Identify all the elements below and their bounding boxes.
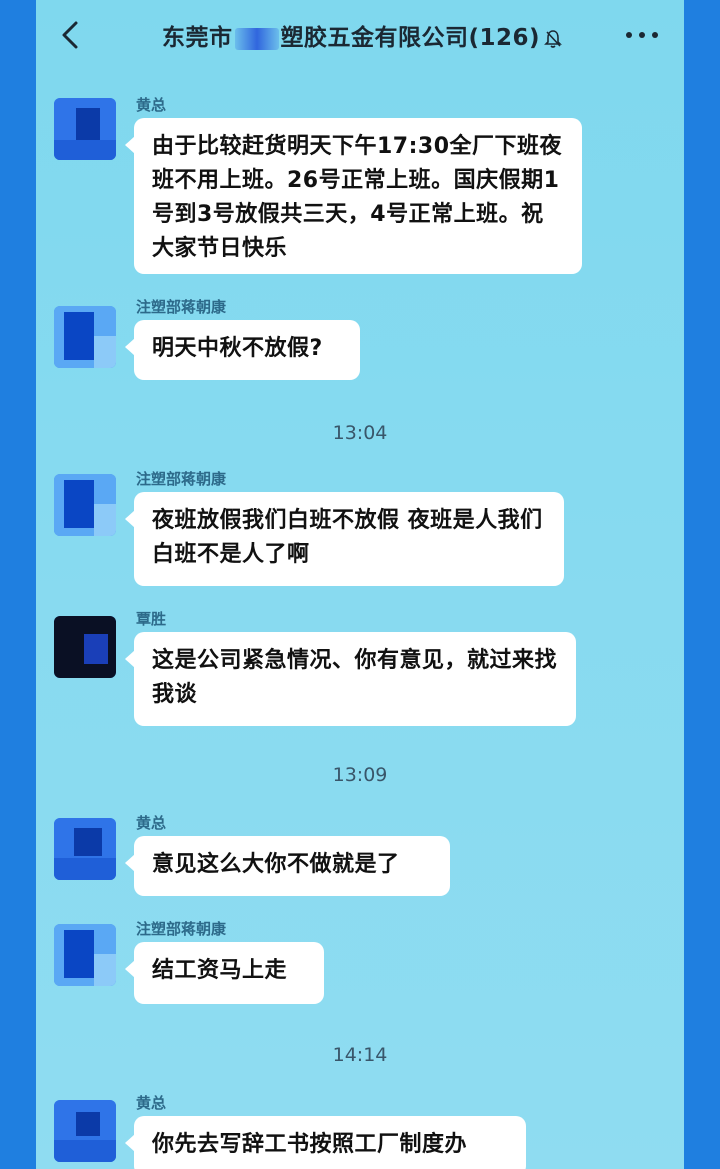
avatar-pixel [54,858,116,880]
avatar-pixel [94,336,116,368]
group-title-suffix: 塑胶五金有限公司 [280,25,469,51]
timestamp: 14:14 [332,1044,388,1066]
sender-name: 黄总 [136,96,167,114]
message-bubble[interactable]: 意见这么大你不做就是了 [125,836,450,896]
back-button[interactable] [56,18,86,52]
avatar[interactable] [54,924,116,986]
chat-header: 东莞市 塑胶五金有限公司(126) [36,0,684,70]
avatar[interactable] [54,306,116,368]
timestamp: 13:04 [332,422,388,444]
avatar[interactable] [54,818,116,880]
avatar-pixel [76,108,100,140]
avatar[interactable] [54,1100,116,1162]
avatar[interactable] [54,616,116,678]
group-title-prefix: 东莞市 [162,25,233,51]
avatar-pixel [94,504,116,536]
message-bubble[interactable]: 这是公司紧急情况、你有意见，就过来找我谈 [125,632,576,726]
message-bubble[interactable]: 结工资马上走 [125,942,324,1004]
avatar-pixel [84,634,108,664]
message-bubble[interactable]: 你先去写辞工书按照工厂制度办 [125,1116,526,1169]
more-dot [639,32,645,38]
avatar-pixel [54,1140,116,1162]
avatar-pixel [74,828,102,856]
message-bubble[interactable]: 夜班放假我们白班不放假 夜班是人我们白班不是人了啊 [125,492,564,586]
group-title: 东莞市 塑胶五金有限公司(126) [162,18,562,52]
avatar-pixel [64,480,94,528]
message-bubble[interactable]: 由于比较赶货明天下午17:30全厂下班夜班不用上班。26号正常上班。国庆假期1号… [125,118,582,274]
avatar-pixel [94,954,116,986]
timestamp: 13:09 [332,764,388,786]
sender-name: 覃胜 [136,610,167,628]
more-dots-icon [626,32,632,38]
avatar-pixel [54,140,116,160]
avatar[interactable] [54,98,116,160]
chat-window: 东莞市 塑胶五金有限公司(126) 黄总 由于比较赶货明天下午17:30全厂下班夜… [36,0,684,1169]
sender-name: 黄总 [136,814,167,832]
sender-name: 注塑部蒋朝康 [136,920,227,938]
avatar-pixel [64,312,94,360]
member-count: (126) [468,25,541,51]
sender-name: 注塑部蒋朝康 [136,298,227,316]
chevron-left-icon [62,21,78,49]
sender-name: 黄总 [136,1094,167,1112]
avatar[interactable] [54,474,116,536]
more-options-button[interactable] [626,22,658,46]
redacted-region [234,27,279,50]
message-bubble[interactable]: 明天中秋不放假? [125,320,360,380]
sender-name: 注塑部蒋朝康 [136,470,227,488]
bell-mute-icon [544,29,562,48]
more-dot [652,32,658,38]
avatar-pixel [64,930,94,978]
avatar-pixel [76,1112,100,1136]
